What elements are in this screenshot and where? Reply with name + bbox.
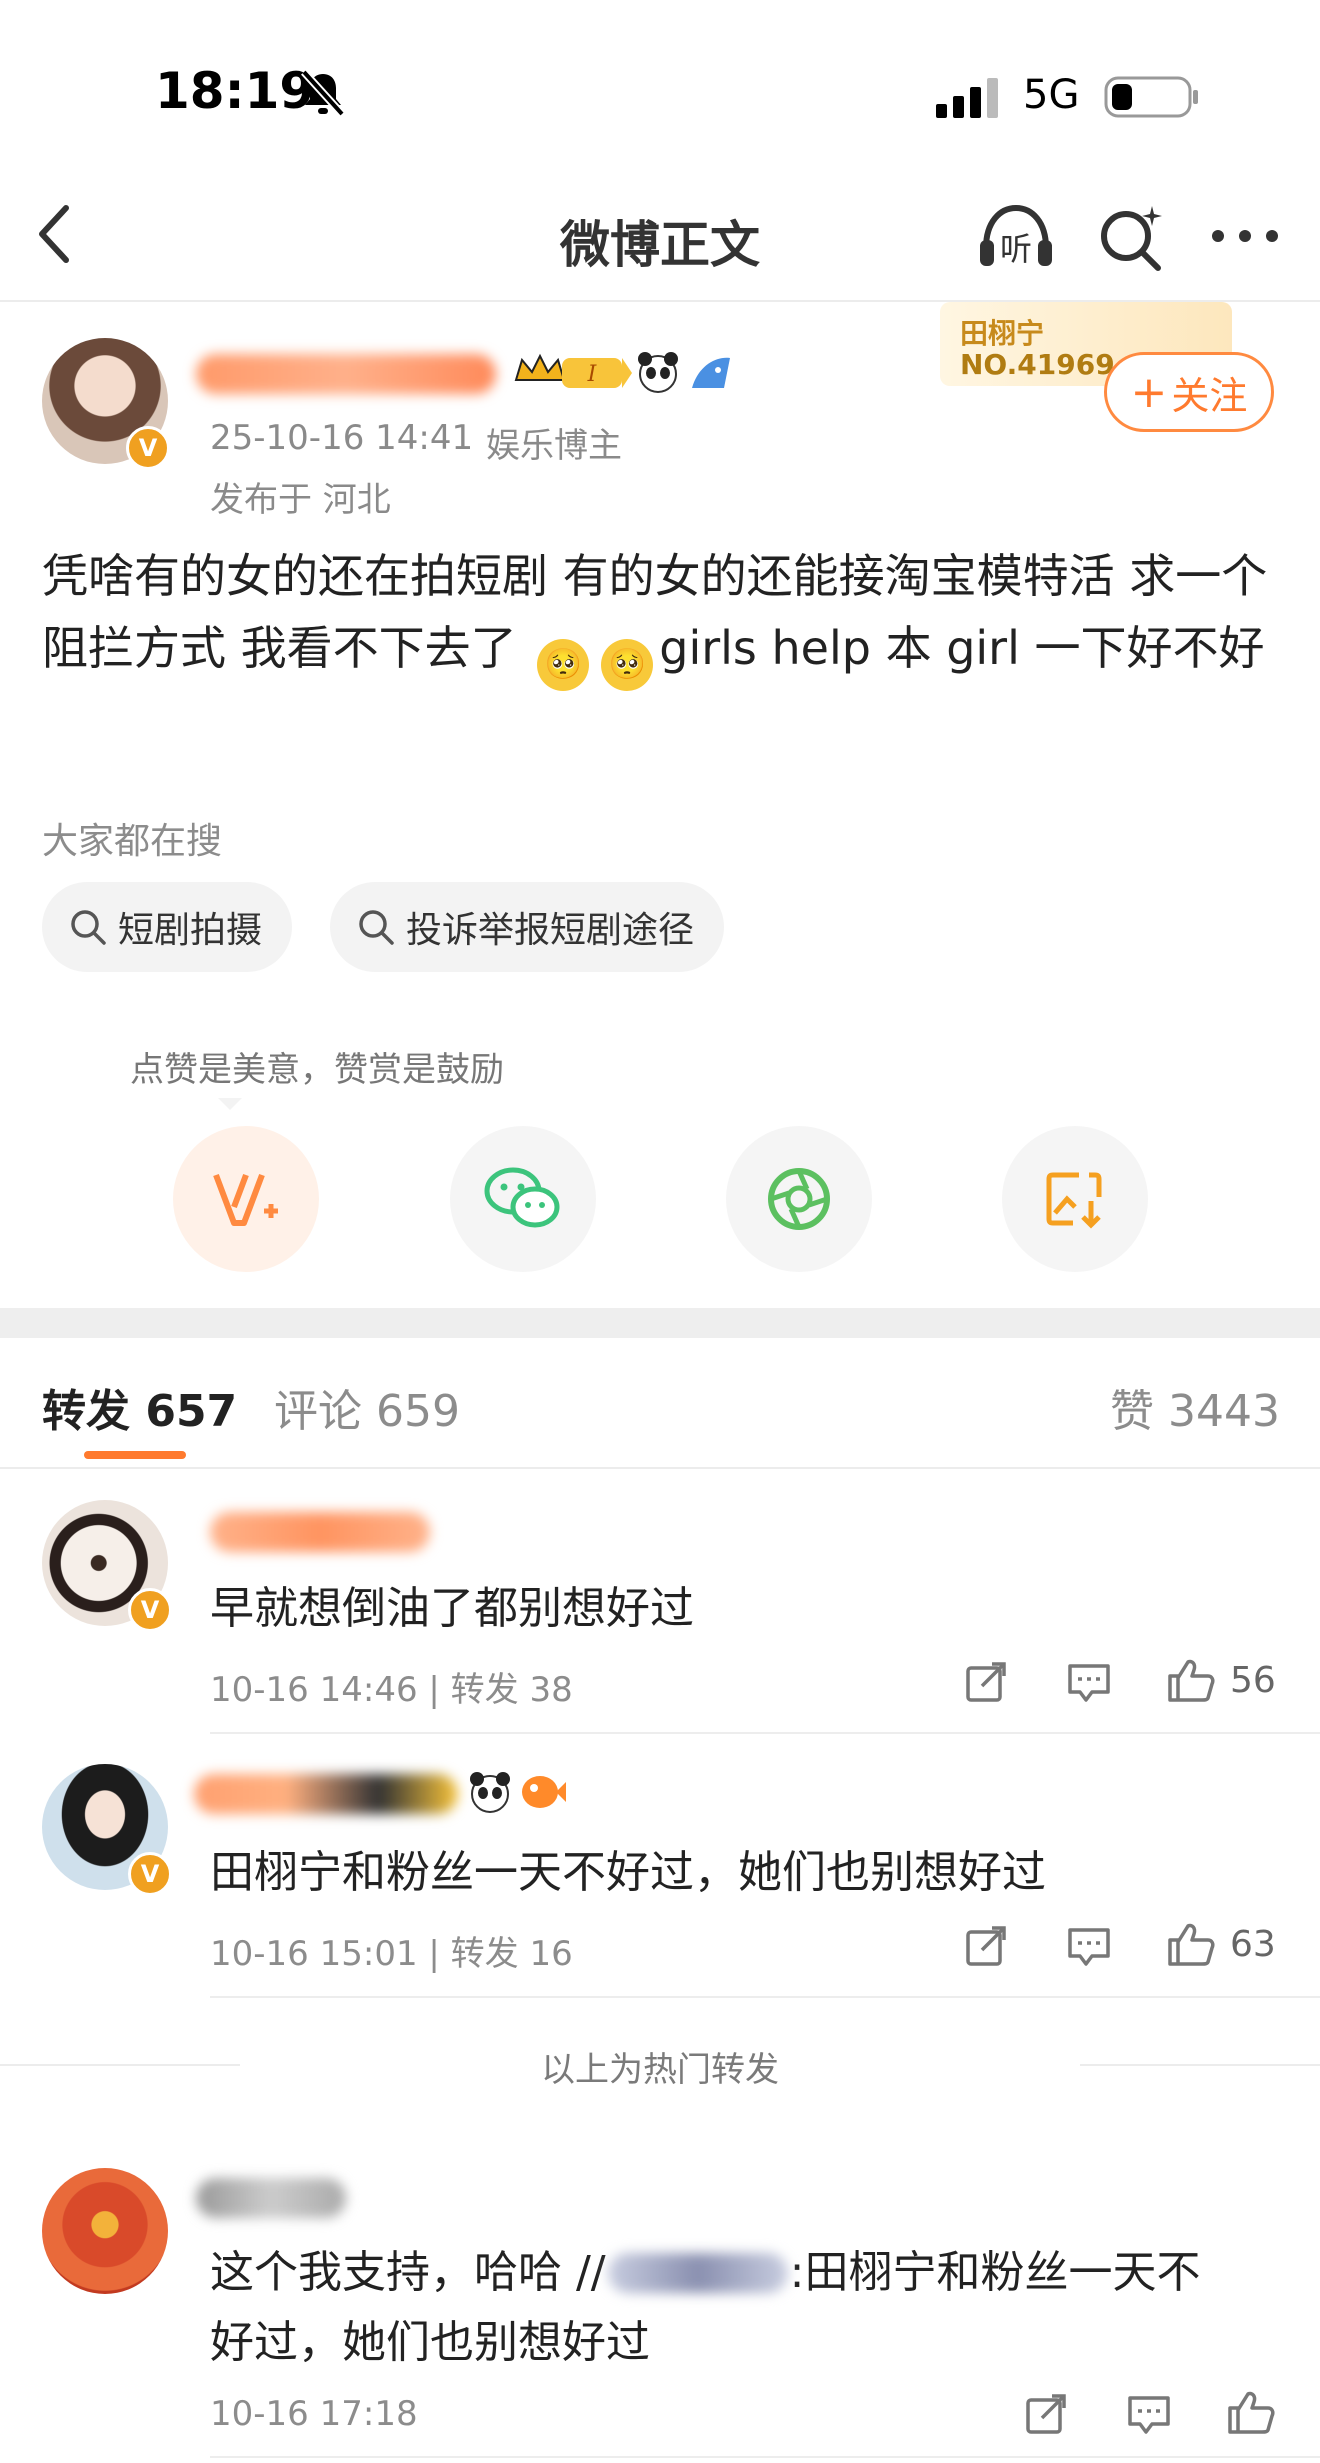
repost-meta: 10-16 14:46 | 转发 38: [210, 1670, 573, 1710]
repost-username-blurred[interactable]: [210, 1512, 430, 1552]
comment-icon[interactable]: [1066, 1926, 1112, 1978]
fan-card-no: NO.41969: [960, 348, 1115, 381]
repost-meta: 10-16 17:18: [210, 2394, 418, 2434]
status-time: 18:19: [155, 62, 315, 120]
svg-text:听: 听: [1000, 230, 1032, 268]
repost-text-line2: 好过，她们也别想好过: [210, 2317, 650, 2368]
vip-badge-icon: I: [512, 350, 632, 398]
verified-badge: V: [126, 426, 170, 470]
fish-icon: [520, 1772, 566, 1816]
post-text: 凭啥有的女的还在拍短剧 有的女的还能接淘宝模特活 求一个阻拦方式 我看不下去了 …: [42, 540, 1287, 691]
post-location: 发布于 河北: [210, 480, 391, 520]
search-chip-label: 投诉举报短剧途径: [406, 910, 695, 951]
plus-icon: +: [1130, 366, 1168, 418]
reward-icon: [213, 1173, 278, 1226]
section-gap: [0, 1308, 1320, 1338]
save-image-icon: [1046, 1172, 1102, 1229]
shark-icon: [688, 352, 734, 398]
panda-icon: [468, 1770, 512, 1818]
tab-comment-label: 评论: [274, 1386, 362, 1437]
repost-username-blurred[interactable]: [194, 1774, 458, 1814]
mute-icon: [300, 68, 346, 122]
repost-text-line1b: :田栩宁和粉丝一天不: [789, 2247, 1201, 2298]
tab-like[interactable]: 赞 3443: [1110, 1375, 1280, 1439]
follow-label: 关注: [1171, 373, 1248, 418]
reward-button[interactable]: [173, 1126, 319, 1272]
moments-share-button[interactable]: [726, 1126, 872, 1272]
mention-blurred: [607, 2253, 788, 2293]
like-button[interactable]: 63: [1166, 1920, 1276, 1968]
moments-icon: [768, 1168, 830, 1230]
pleading-emoji-icon: 🥺: [537, 639, 590, 691]
author-name-blurred[interactable]: [196, 354, 496, 394]
panda-icon: [636, 350, 680, 398]
tab-repost[interactable]: 转发 657: [42, 1375, 237, 1439]
verified-badge: V: [128, 1852, 172, 1896]
post-date: 25-10-16 14:41: [210, 418, 474, 458]
like-button[interactable]: 56: [1166, 1656, 1276, 1704]
verified-badge: V: [128, 1588, 172, 1632]
tab-comment-count: 659: [376, 1386, 460, 1437]
thumbs-up-icon: [1168, 1923, 1215, 1966]
tab-like-count: 3443: [1168, 1386, 1280, 1437]
battery-icon: [1104, 74, 1200, 124]
save-image-button[interactable]: [1002, 1126, 1148, 1272]
repost-username-blurred[interactable]: [196, 2178, 346, 2218]
signal-icon: [936, 76, 1000, 122]
listen-icon[interactable]: 听: [976, 202, 1056, 276]
reward-hint: 点赞是美意，赞赏是鼓励: [130, 1050, 504, 1090]
search-chip-label: 短剧拍摄: [118, 910, 263, 951]
fan-card-name: 田栩宁: [960, 317, 1045, 350]
hot-repost-divider: 以上为热门转发: [541, 2050, 779, 2090]
wechat-share-button[interactable]: [450, 1126, 596, 1272]
hint-pointer: [218, 1098, 242, 1110]
like-count: 63: [1230, 1923, 1276, 1965]
post-text-tail: girls help 本 girl 一下好不好: [659, 621, 1265, 675]
hot-divider-line: [1080, 2064, 1320, 2066]
repost-text: 田栩宁和粉丝一天不好过，她们也别想好过: [210, 1847, 1046, 1898]
repost-meta: 10-16 15:01 | 转发 16: [210, 1934, 573, 1974]
wechat-icon: [484, 1167, 560, 1228]
repost-text: 这个我支持，哈哈 // :田栩宁和粉丝一天不 好过，她们也别想好过: [210, 2238, 1290, 2378]
svg-text:I: I: [587, 362, 598, 387]
repost-text-line1: 这个我支持，哈哈 //: [210, 2247, 606, 2298]
row-divider: [210, 1996, 1320, 1998]
row-divider: [210, 1732, 1320, 1734]
search-chip[interactable]: 短剧拍摄: [42, 882, 293, 972]
active-tab-indicator: [84, 1451, 186, 1459]
thumbs-up-icon: [1168, 1659, 1215, 1702]
follow-button[interactable]: + 关注: [1104, 352, 1274, 432]
tab-repost-count: 657: [145, 1386, 238, 1437]
network-type: 5G: [1023, 72, 1080, 118]
tab-repost-label: 转发: [42, 1386, 130, 1437]
comment-icon[interactable]: [1066, 1662, 1112, 1714]
pleading-emoji-icon: 🥺: [601, 639, 654, 691]
like-count: 56: [1230, 1659, 1276, 1701]
thumbs-up-icon: [1228, 2391, 1275, 2434]
trending-search-label: 大家都在搜: [42, 821, 223, 862]
search-icon: [71, 910, 106, 945]
search-icon[interactable]: [1096, 202, 1168, 278]
search-icon: [359, 910, 394, 945]
tabs-divider: [0, 1467, 1320, 1469]
like-button[interactable]: [1226, 2388, 1276, 2440]
repost-avatar[interactable]: [42, 2168, 168, 2294]
row-divider: [210, 2456, 1320, 2458]
comment-icon[interactable]: [1126, 2394, 1172, 2446]
search-chip[interactable]: 投诉举报短剧途径: [330, 882, 725, 972]
author-role: 娱乐博主: [486, 426, 622, 466]
tab-like-label: 赞: [1110, 1386, 1154, 1437]
repost-icon[interactable]: [1024, 2392, 1068, 2446]
more-icon[interactable]: [1210, 228, 1280, 248]
repost-icon[interactable]: [964, 1660, 1008, 1714]
repost-text: 早就想倒油了都别想好过: [210, 1583, 694, 1634]
repost-icon[interactable]: [964, 1924, 1008, 1978]
tab-comment[interactable]: 评论 659: [274, 1375, 460, 1439]
